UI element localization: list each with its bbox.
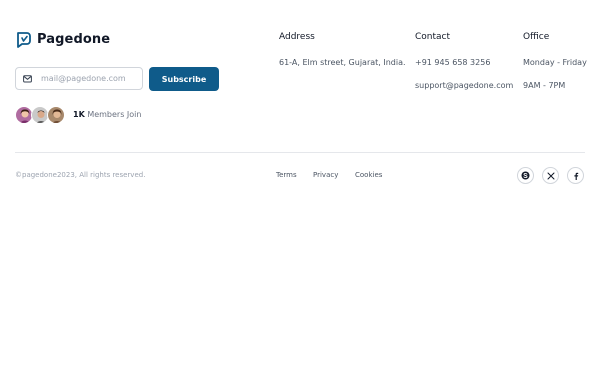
cookies-link[interactable]: Cookies — [355, 171, 382, 179]
member-avatars — [15, 106, 65, 124]
office-hours: 9AM - 7PM — [523, 81, 566, 90]
skype-button[interactable] — [517, 167, 534, 184]
terms-link[interactable]: Terms — [276, 171, 297, 179]
address-line: 61-A, Elm street, Gujarat, India. — [279, 58, 406, 67]
mail-icon — [23, 74, 32, 82]
office-heading: Office — [523, 32, 550, 42]
contact-heading: Contact — [415, 32, 451, 42]
email-input[interactable] — [41, 74, 133, 83]
facebook-icon — [573, 172, 578, 180]
subscribe-button[interactable]: Subscribe — [149, 67, 219, 91]
skype-icon — [521, 171, 530, 180]
members-label: Members Join — [87, 110, 142, 119]
office-column: Office — [523, 32, 549, 42]
address-heading: Address — [279, 32, 315, 42]
address-column: Address — [279, 32, 315, 42]
facebook-button[interactable] — [567, 167, 584, 184]
avatar — [47, 106, 65, 124]
contact-phone-link[interactable]: +91 945 658 3256 — [415, 58, 490, 67]
email-field[interactable] — [15, 67, 143, 90]
copyright-text: ©pagedone2023, All rights reserved. — [15, 171, 146, 179]
office-days: Monday - Friday — [523, 58, 587, 67]
pagedone-logo-icon — [17, 32, 31, 48]
contact-column: Contact — [415, 32, 450, 42]
footer-divider — [15, 152, 585, 153]
members-join-text: 1K Members Join — [73, 110, 141, 119]
privacy-link[interactable]: Privacy — [313, 171, 338, 179]
members-count: 1K — [73, 110, 85, 119]
contact-email-link[interactable]: support@pagedone.com — [415, 81, 513, 90]
x-icon — [547, 172, 554, 179]
brand-logo[interactable]: Pagedone — [15, 31, 110, 48]
x-button[interactable] — [542, 167, 559, 184]
brand-name: Pagedone — [37, 32, 111, 47]
